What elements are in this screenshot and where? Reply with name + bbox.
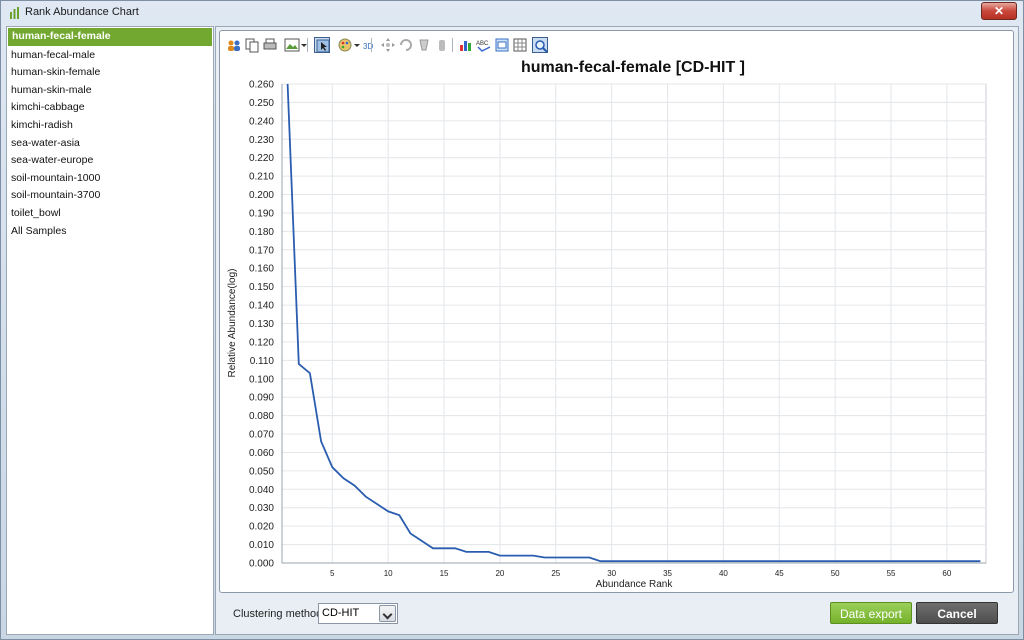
y-tick-label: 0.120	[249, 337, 274, 348]
clustering-method-value: CD-HIT	[322, 607, 360, 619]
sample-item[interactable]: sea-water-europe	[7, 152, 213, 170]
chart-pane: 3D ABC 0.000 0.010 0.020 0.030 0.040 0.050 0.06…	[215, 26, 1019, 635]
sample-list: human-fecal-female human-fecal-male human-…	[6, 26, 214, 635]
sample-item[interactable]: All Samples	[7, 223, 213, 241]
x-tick-label: 10	[384, 569, 393, 578]
y-tick-label: 0.030	[249, 503, 274, 514]
window-title: Rank Abundance Chart	[25, 6, 139, 18]
y-tick-label: 0.000	[249, 559, 274, 570]
cancel-button[interactable]: Cancel	[916, 602, 998, 624]
y-tick-label: 0.260	[249, 80, 274, 91]
x-tick-label: 35	[663, 569, 672, 578]
x-tick-label: 45	[775, 569, 784, 578]
y-tick-label: 0.020	[249, 522, 274, 533]
y-tick-label: 0.040	[249, 485, 274, 496]
x-axis-label: Abundance Rank	[596, 579, 674, 590]
close-button[interactable]: ✕	[981, 2, 1017, 20]
y-tick-label: 0.100	[249, 374, 274, 385]
sample-item[interactable]: soil-mountain-3700	[7, 187, 213, 205]
title-bar[interactable]: Rank Abundance Chart ✕	[1, 1, 1023, 25]
x-tick-label: 15	[440, 569, 449, 578]
y-tick-label: 0.230	[249, 135, 274, 146]
clustering-method-select[interactable]: CD-HIT	[318, 603, 398, 624]
y-tick-label: 0.150	[249, 282, 274, 293]
sample-item[interactable]: human-skin-female	[7, 64, 213, 82]
y-tick-label: 0.210	[249, 172, 274, 183]
y-tick-label: 0.110	[250, 356, 275, 367]
y-tick-label: 0.200	[249, 190, 274, 201]
chart-title: human-fecal-female [CD-HIT ]	[521, 59, 745, 76]
sample-item[interactable]: toilet_bowl	[7, 205, 213, 223]
x-tick-label: 25	[551, 569, 560, 578]
y-tick-label: 0.080	[249, 411, 274, 422]
y-tick-label: 0.180	[249, 227, 274, 238]
y-tick-label: 0.140	[249, 301, 274, 312]
x-tick-label: 5	[330, 569, 335, 578]
chart-panel: 3D ABC 0.000 0.010 0.020 0.030 0.040 0.050 0.06…	[219, 30, 1014, 593]
y-axis-label: Relative Abundance(log)	[227, 269, 238, 378]
sample-item[interactable]: human-fecal-male	[7, 47, 213, 65]
y-tick-label: 0.220	[249, 153, 274, 164]
y-tick-label: 0.070	[249, 430, 274, 441]
y-tick-label: 0.170	[249, 245, 274, 256]
sample-item[interactable]: sea-water-asia	[7, 135, 213, 153]
y-tick-label: 0.160	[249, 264, 274, 275]
y-tick-label: 0.130	[249, 319, 274, 330]
sample-item[interactable]: human-fecal-female	[8, 28, 212, 46]
bottom-bar: Clustering method CD-HIT Data export Can…	[216, 594, 1018, 634]
chevron-down-icon[interactable]	[379, 605, 396, 622]
rank-abundance-window: Rank Abundance Chart ✕ human-fecal-femal…	[0, 0, 1024, 640]
sample-item[interactable]: kimchi-radish	[7, 117, 213, 135]
data-export-button[interactable]: Data export	[830, 602, 912, 624]
y-tick-label: 0.090	[249, 393, 274, 404]
y-tick-label: 0.050	[249, 466, 274, 477]
app-icon	[10, 7, 19, 19]
sample-item[interactable]: human-skin-male	[7, 82, 213, 100]
x-tick-label: 30	[607, 569, 616, 578]
x-tick-label: 55	[887, 569, 896, 578]
sample-item[interactable]: soil-mountain-1000	[7, 170, 213, 188]
x-tick-label: 60	[942, 569, 951, 578]
rank-abundance-chart: 0.000 0.010 0.020 0.030 0.040 0.050 0.060 0.070…	[227, 59, 987, 590]
x-tick-label: 50	[831, 569, 840, 578]
clustering-method-label: Clustering method	[233, 608, 323, 620]
y-tick-label: 0.250	[249, 98, 274, 109]
y-tick-label: 0.010	[249, 540, 274, 551]
y-tick-label: 0.190	[249, 208, 274, 219]
y-tick-label: 0.240	[249, 116, 274, 127]
x-tick-label: 40	[719, 569, 728, 578]
x-tick-label: 20	[495, 569, 504, 578]
y-tick-label: 0.060	[249, 448, 274, 459]
sample-item[interactable]: kimchi-cabbage	[7, 99, 213, 117]
